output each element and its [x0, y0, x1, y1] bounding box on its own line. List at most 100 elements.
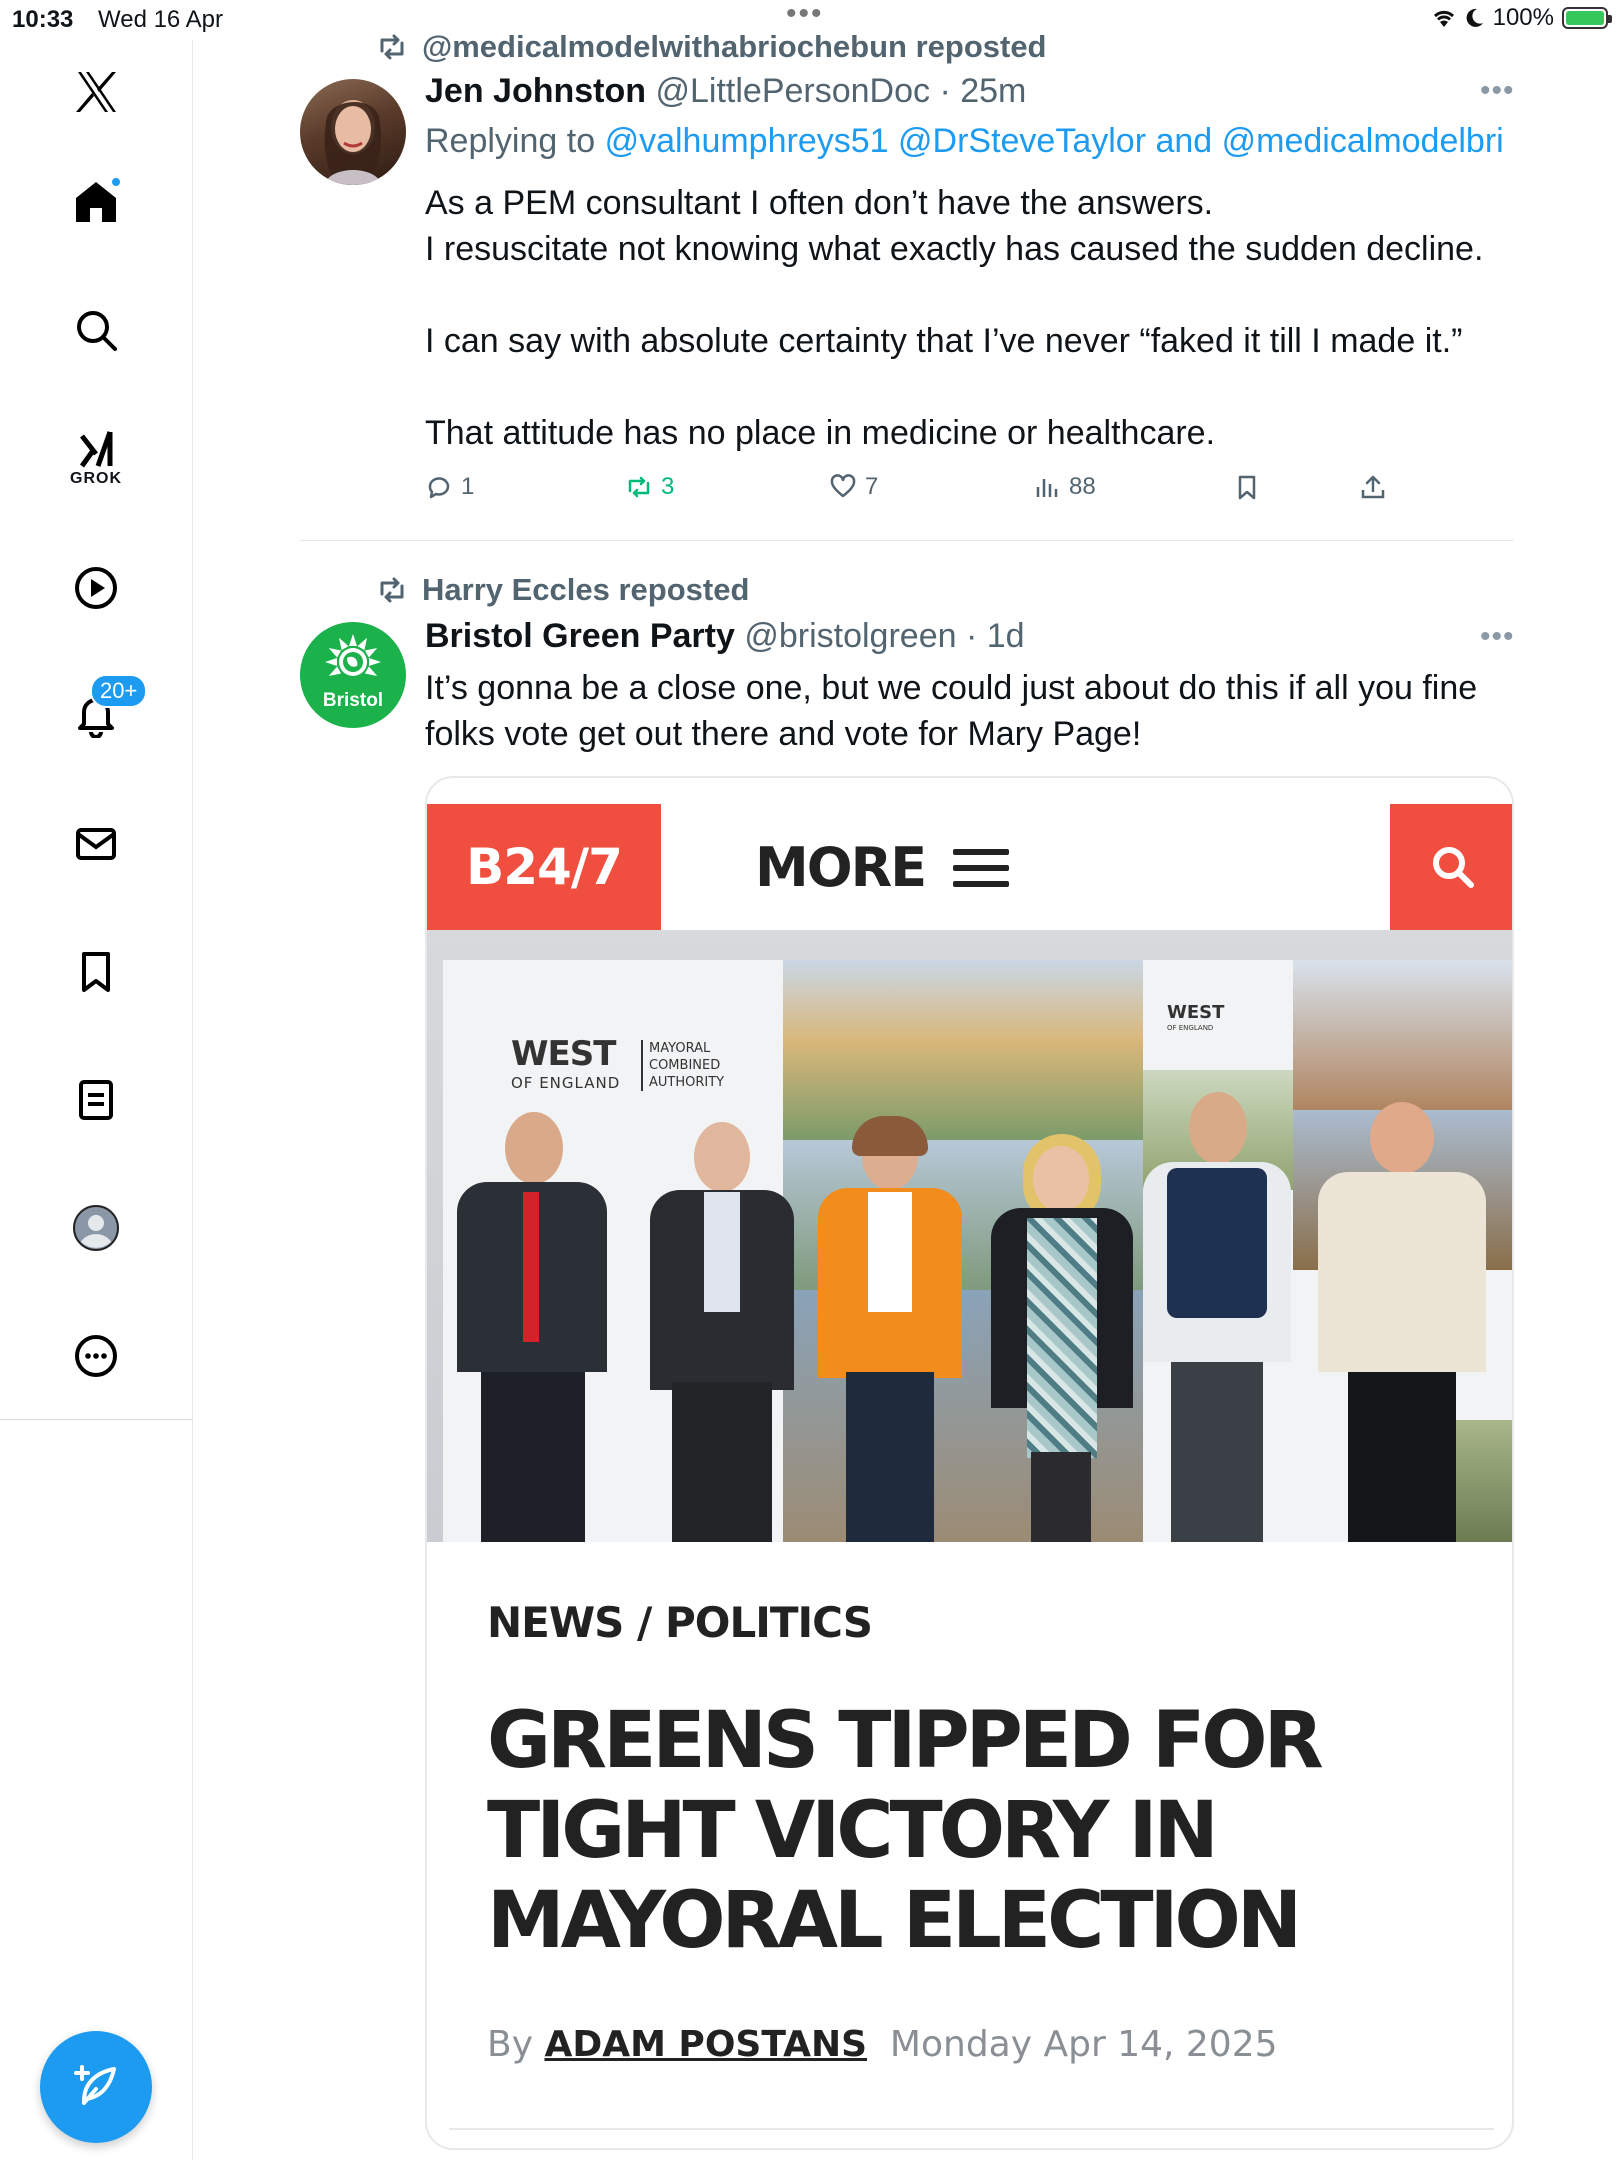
- post-line: folks vote get out there and vote for Ma…: [425, 715, 1142, 753]
- photo-person: [812, 1116, 967, 1542]
- post-time[interactable]: · 25m: [939, 72, 1026, 110]
- article-title: GREENS TIPPED FOR TIGHT VICTORY IN MAYOR…: [487, 1696, 1324, 1966]
- avatar[interactable]: [300, 79, 406, 185]
- repost-button[interactable]: 3: [625, 473, 674, 501]
- post-body: It’s gonna be a close one, but we could …: [425, 665, 1505, 757]
- notifications-icon[interactable]: 20+: [64, 674, 148, 746]
- reply-icon: [428, 477, 450, 499]
- repost-indicator[interactable]: @medicalmodelwithabriochebun reposted: [376, 29, 1047, 65]
- repost-count: 3: [661, 473, 675, 500]
- heart-icon: [830, 474, 856, 498]
- post-line: [425, 364, 1505, 410]
- photo-person: [987, 1134, 1137, 1542]
- notifications-count-badge: 20+: [90, 674, 148, 708]
- author-handle[interactable]: @LittlePersonDoc: [655, 72, 930, 110]
- moon-icon: [1466, 8, 1483, 27]
- author-handle[interactable]: @bristolgreen: [744, 617, 956, 655]
- hamburger-icon: [953, 848, 1010, 887]
- avatar[interactable]: Bristol: [300, 622, 406, 728]
- bookmarks-icon[interactable]: [64, 940, 128, 1004]
- post-more-icon[interactable]: •••: [1480, 74, 1515, 108]
- post-time[interactable]: · 1d: [966, 617, 1025, 655]
- photo-tile-bath: [783, 960, 1143, 1140]
- replying-prefix: Replying to: [425, 122, 596, 160]
- site-header: B24/7 MORE: [427, 804, 1512, 930]
- lists-icon[interactable]: [64, 1068, 128, 1132]
- repost-icon: [380, 577, 404, 603]
- battery-icon: [1562, 7, 1612, 29]
- photo-person: [642, 1122, 802, 1542]
- post-actions: 1 3 7 88: [425, 473, 1425, 513]
- avatar-label: Bristol: [322, 690, 384, 711]
- reply-count: 1: [461, 473, 475, 500]
- post-line: That attitude has no place in medicine o…: [425, 414, 1216, 452]
- status-time: 10:33: [12, 6, 74, 33]
- replying-links[interactable]: @valhumphreys51 @DrSteveTaylor and @medi…: [605, 122, 1504, 160]
- article-byline: By ADAM POSTANS Monday Apr 14, 2025: [487, 2024, 1278, 2065]
- battery-percent: 100%: [1492, 4, 1554, 31]
- card-divider: [449, 2128, 1494, 2130]
- repost-label: Harry Eccles reposted: [422, 572, 750, 607]
- photo-brand-side-3: AUTHORITY: [649, 1075, 725, 1090]
- post-separator: [300, 540, 1514, 541]
- views-icon: [1036, 479, 1058, 497]
- share-button[interactable]: [1359, 473, 1387, 501]
- search-icon[interactable]: [64, 298, 128, 362]
- post-line: I resuscitate not knowing what exactly h…: [425, 230, 1484, 268]
- photo-brand-side: MAYORAL COMBINED AUTHORITY: [641, 1040, 724, 1091]
- photo-person: [447, 1112, 617, 1542]
- photo-brand-sub: OF ENGLAND: [511, 1074, 621, 1092]
- status-date: Wed 16 Apr: [98, 6, 223, 33]
- post-line: It’s gonna be a close one, but we could …: [425, 669, 1478, 707]
- multitasking-dots-icon[interactable]: •••: [786, 0, 824, 29]
- like-button[interactable]: 7: [829, 473, 878, 501]
- site-search-icon: [1390, 804, 1512, 930]
- post-body: As a PEM consultant I often don’t have t…: [425, 180, 1505, 456]
- photo-brand-main: WEST: [511, 1034, 616, 1074]
- site-more-label: MORE: [755, 836, 927, 899]
- repost-icon: [380, 34, 404, 60]
- photo-person: [1312, 1102, 1492, 1542]
- wifi-icon: [1433, 10, 1454, 27]
- profile-icon[interactable]: [64, 1196, 128, 1260]
- reply-button[interactable]: 1: [425, 473, 474, 501]
- photo-brand-main-small: WEST: [1167, 1002, 1225, 1023]
- like-count: 7: [865, 473, 879, 500]
- sidebar-nav: GROK 20+: [0, 40, 193, 2160]
- article-photo: WEST OF ENGLAND MAYORAL COMBINED AUTHORI…: [427, 930, 1512, 1542]
- site-more-menu: MORE: [755, 836, 1010, 899]
- article-date: Monday Apr 14, 2025: [889, 2024, 1278, 2065]
- views-button[interactable]: 88: [1033, 473, 1096, 501]
- photo-brand-side-1: MAYORAL: [649, 1041, 711, 1056]
- post-line: As a PEM consultant I often don’t have t…: [425, 184, 1214, 222]
- photo-brand-side-2: COMBINED: [649, 1058, 721, 1073]
- post-more-icon[interactable]: •••: [1480, 620, 1515, 654]
- views-count: 88: [1069, 473, 1096, 500]
- author-name[interactable]: Bristol Green Party: [425, 617, 735, 655]
- messages-icon[interactable]: [64, 812, 128, 876]
- link-card[interactable]: B24/7 MORE WEST OF ENGLAND MAYORAL COMBI…: [425, 776, 1514, 2150]
- photo-tile-building: [1293, 960, 1512, 1110]
- home-icon[interactable]: [64, 170, 128, 234]
- repost-label: @medicalmodelwithabriochebun reposted: [422, 29, 1047, 64]
- author-name[interactable]: Jen Johnston: [425, 72, 646, 110]
- grok-icon[interactable]: GROK: [64, 420, 128, 487]
- article-author: ADAM POSTANS: [544, 2024, 868, 2065]
- photo-person: [1137, 1092, 1297, 1542]
- repost-indicator[interactable]: Harry Eccles reposted: [376, 572, 749, 608]
- sidebar-divider: [0, 1419, 193, 1420]
- compose-icon[interactable]: [40, 2031, 152, 2143]
- photo-brand-sub-small: OF ENGLAND: [1167, 1024, 1214, 1032]
- site-logo: B24/7: [427, 804, 661, 930]
- replying-to: Replying to @valhumphreys51 @DrSteveTayl…: [425, 122, 1504, 161]
- repost-icon: [628, 476, 650, 498]
- bookmark-button[interactable]: [1233, 473, 1261, 501]
- home-unread-dot: [110, 176, 122, 188]
- post-line: [425, 272, 1505, 318]
- article-category: NEWS / POLITICS: [487, 1598, 873, 1647]
- x-logo-icon[interactable]: [64, 60, 128, 124]
- post-header: Bristol Green Party @bristolgreen · 1d: [425, 617, 1025, 656]
- post-line: I can say with absolute certainty that I…: [425, 322, 1463, 360]
- video-icon[interactable]: [64, 556, 128, 620]
- more-icon[interactable]: [64, 1324, 128, 1388]
